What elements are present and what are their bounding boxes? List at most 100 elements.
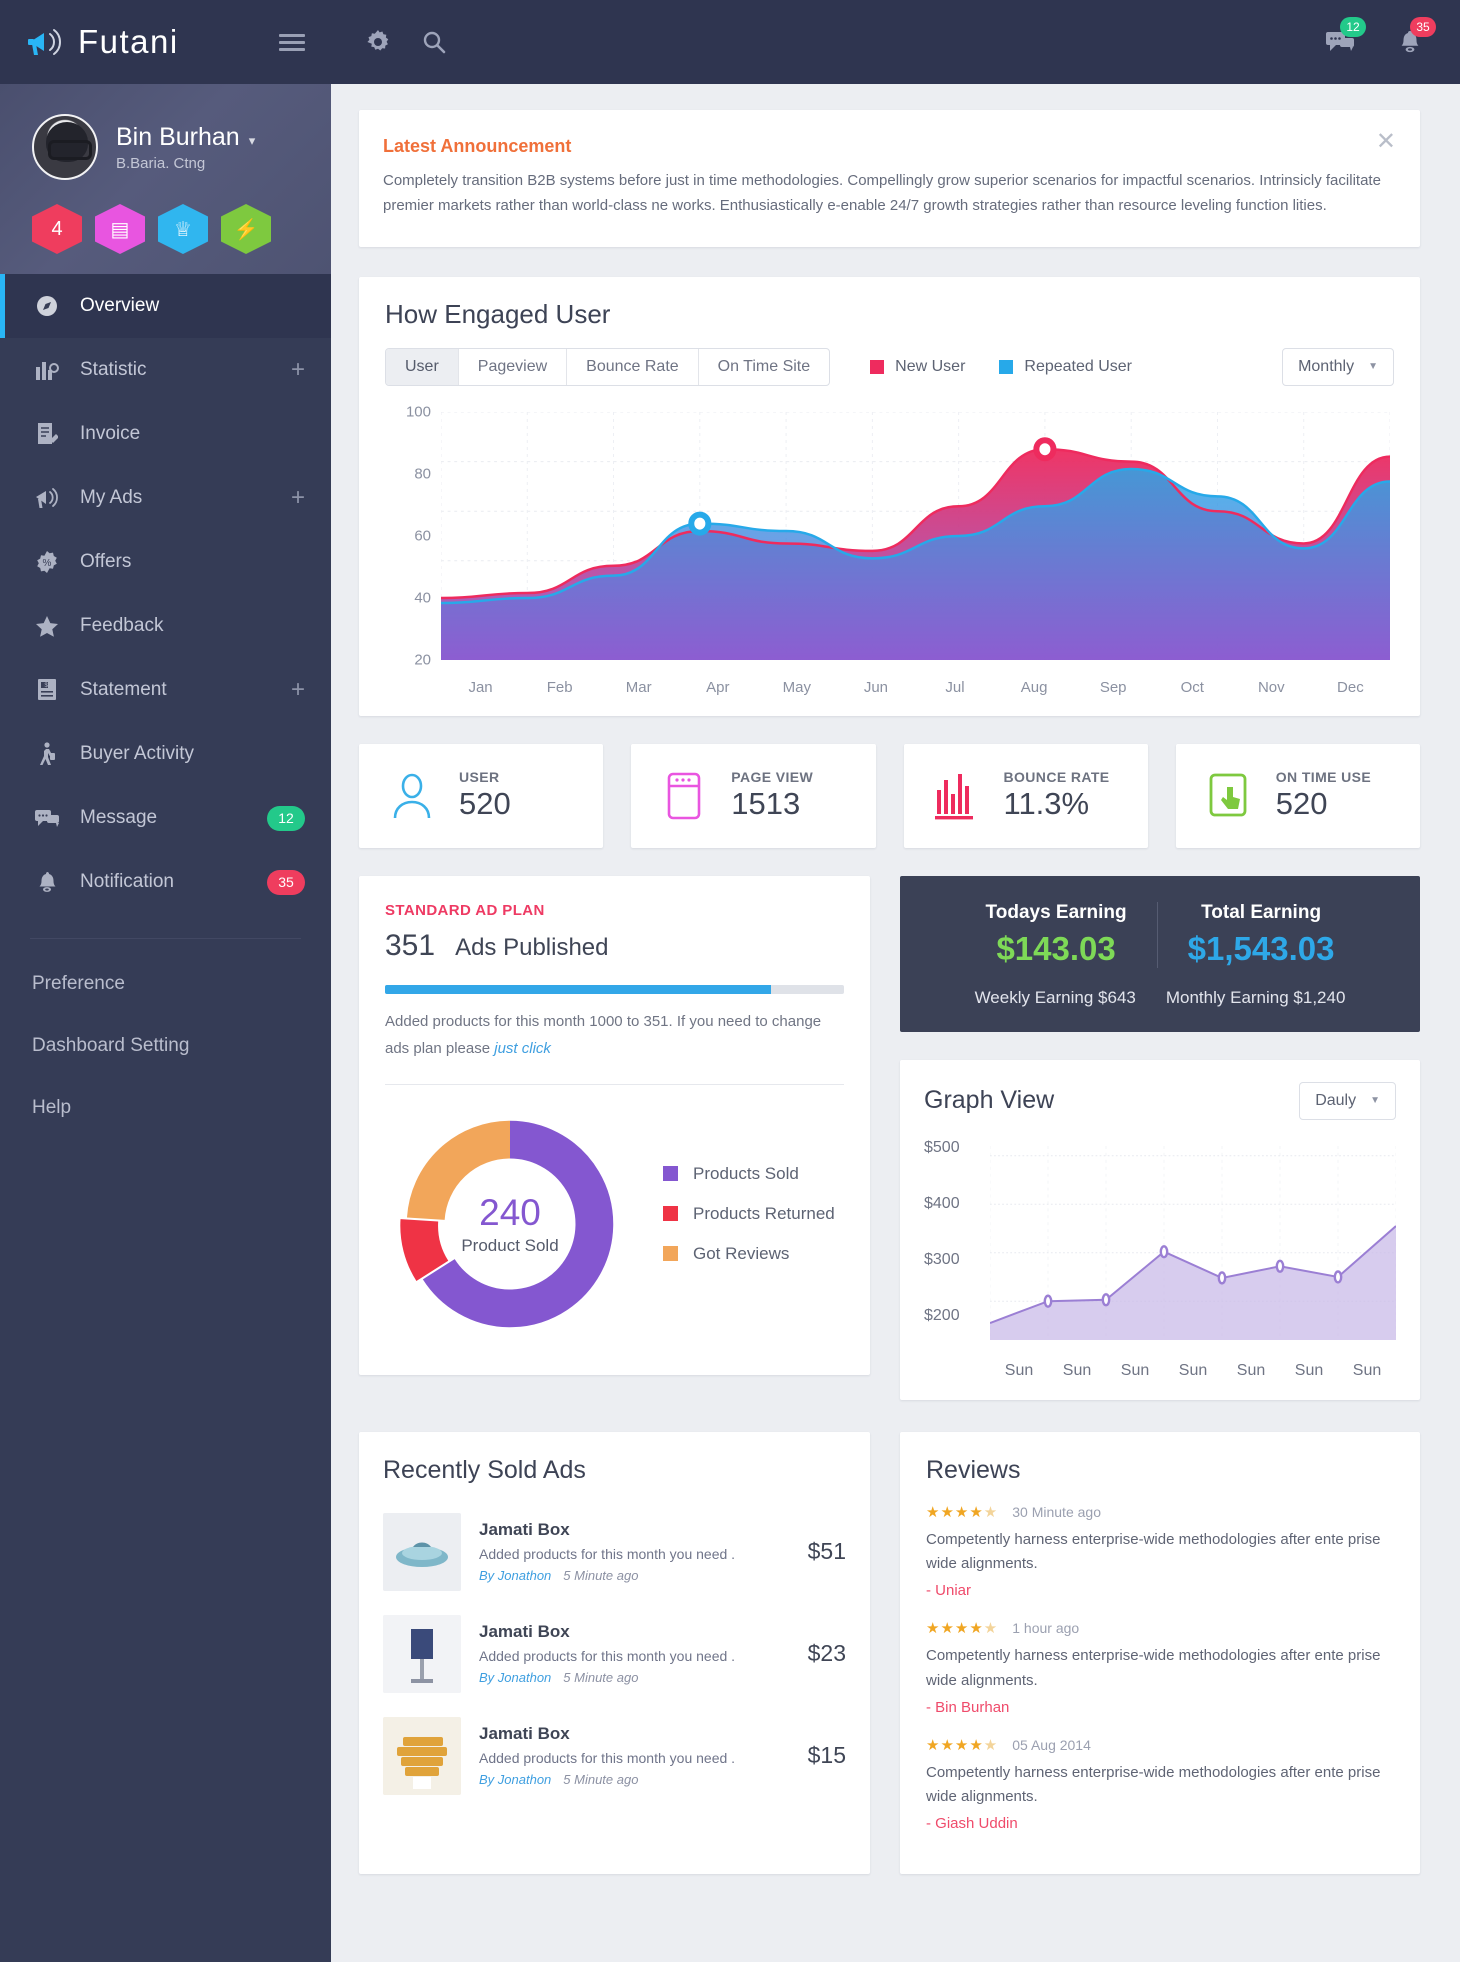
item-name: Jamati Box: [479, 1622, 570, 1641]
section-title: Graph View: [924, 1086, 1055, 1114]
ad-plan-label: Ads Published: [455, 933, 609, 961]
x-tick: Mar: [625, 678, 652, 696]
topbar-actions: 12 35: [1320, 17, 1436, 59]
stat-card-user[interactable]: USER 520: [359, 743, 604, 848]
y-tick: 100: [405, 403, 431, 420]
ad-plan-column: STANDARD AD PLAN 351 Ads Published Added…: [359, 875, 870, 1375]
stat-value: 520: [1275, 786, 1328, 821]
review-body: Competently harness enterprise-wide meth…: [926, 1763, 1381, 1806]
item-name: Jamati Box: [479, 1724, 570, 1743]
trophy-badge[interactable]: ♕: [158, 204, 208, 254]
svg-text:%: %: [43, 558, 52, 569]
tab-pageview[interactable]: Pageview: [459, 348, 568, 385]
sidebar-item-overview[interactable]: Overview: [0, 274, 331, 338]
sidebar-item-statement[interactable]: $ Statement +: [0, 658, 331, 722]
bell-icon[interactable]: 35: [1390, 17, 1436, 59]
stat-card-page-view[interactable]: PAGE VIEW 1513: [631, 743, 876, 848]
graph-x-axis: Sun Sun Sun Sun Sun Sun Sun: [990, 1362, 1396, 1380]
sidebar-item-statistic[interactable]: Statistic +: [0, 338, 331, 402]
item-author: By Jonathon: [479, 1772, 552, 1787]
sidebar-item-help[interactable]: Help: [0, 1077, 331, 1139]
expand-plus-icon[interactable]: +: [291, 486, 305, 510]
tab-bounce-rate[interactable]: Bounce Rate: [567, 348, 699, 385]
dashboard-root: Futani Bin Burhan ▾ B.Baria. Ctng 4 ▤ ♕ ⚡: [0, 0, 1460, 1962]
graph-view-card: Graph View Dauly ▼ $500 $400 $300 $200 S…: [900, 1059, 1420, 1400]
chevron-down-icon: ▾: [248, 132, 256, 148]
list-item[interactable]: Jamati Box Added products for this month…: [383, 1707, 846, 1809]
star-icon: [32, 615, 62, 638]
sidebar-item-label: Statistic: [80, 359, 147, 380]
invoice-icon: [32, 422, 62, 446]
sidebar-item-buyer-activity[interactable]: Buyer Activity: [0, 722, 331, 786]
sidebar-item-my-ads[interactable]: My Ads +: [0, 466, 331, 530]
sidebar-item-label: Notification: [80, 871, 174, 892]
x-tick: Jul: [945, 678, 965, 696]
profile-panel: Bin Burhan ▾ B.Baria. Ctng 4 ▤ ♕ ⚡: [0, 84, 331, 274]
legend-got-reviews: Got Reviews: [663, 1244, 835, 1264]
sidebar-item-message[interactable]: Message 12: [0, 786, 331, 850]
weekly-earning: Weekly Earning $643: [974, 987, 1136, 1007]
sidebar-item-notification[interactable]: Notification 35: [0, 850, 331, 914]
sidebar-item-invoice[interactable]: Invoice: [0, 402, 331, 466]
sidebar-item-preference[interactable]: Preference: [0, 953, 331, 1015]
list-item: ★★★★★ 05 Aug 2014 Competently harness en…: [926, 1736, 1394, 1833]
earning-label: Todays Earning: [985, 901, 1127, 923]
rating-stars: ★★★★★: [926, 1620, 999, 1637]
stat-caption: BOUNCE RATE: [1003, 769, 1110, 785]
tab-user[interactable]: User: [386, 348, 459, 385]
sidebar-item-label: Preference: [32, 973, 125, 994]
message-icon[interactable]: 12: [1320, 17, 1366, 59]
earnings-card: Todays Earning $143.03 Total Earning $1,…: [900, 875, 1420, 1032]
section-title: Recently Sold Ads: [383, 1455, 586, 1484]
recently-sold-card: Recently Sold Ads Jamati Box Added produ…: [359, 1431, 870, 1874]
x-tick: Nov: [1257, 678, 1285, 696]
stat-card-on-time-use[interactable]: ON TIME USE 520: [1175, 743, 1420, 848]
sidebar-item-label: Dashboard Setting: [32, 1035, 190, 1056]
megaphone-icon: [26, 25, 68, 59]
search-icon[interactable]: [417, 25, 451, 59]
y-tick: 40: [414, 589, 431, 606]
certificate-badge[interactable]: ▤: [95, 204, 145, 254]
sidebar-item-offers[interactable]: % Offers: [0, 530, 331, 594]
profile-name[interactable]: Bin Burhan ▾: [116, 123, 255, 152]
x-tick: Feb: [546, 678, 573, 696]
review-time: 05 Aug 2014: [1012, 1736, 1091, 1753]
list-item[interactable]: Jamati Box Added products for this month…: [383, 1605, 846, 1707]
stat-card-bounce-rate[interactable]: BOUNCE RATE 11.3%: [903, 743, 1148, 848]
list-item[interactable]: Jamati Box Added products for this month…: [383, 1503, 846, 1605]
tab-on-time-site[interactable]: On Time Site: [699, 349, 829, 385]
ad-plan-card: STANDARD AD PLAN 351 Ads Published Added…: [359, 875, 870, 1375]
chat-icon: [32, 808, 62, 829]
stat-caption: USER: [459, 769, 500, 785]
expand-plus-icon[interactable]: +: [291, 678, 305, 702]
sidebar-item-dashboard-setting[interactable]: Dashboard Setting: [0, 1015, 331, 1077]
profile-badges: 4 ▤ ♕ ⚡: [32, 204, 331, 254]
rank-badge[interactable]: 4: [32, 204, 82, 254]
graph-range-select[interactable]: Dauly ▼: [1299, 1081, 1396, 1120]
megaphone-icon: [32, 486, 62, 510]
engaged-range-select[interactable]: Monthly ▼: [1282, 347, 1394, 386]
ad-plan-progress: [385, 984, 844, 994]
close-icon[interactable]: ✕: [1376, 130, 1396, 154]
bar-chart-icon: [930, 772, 984, 820]
power-badge[interactable]: ⚡: [221, 204, 271, 254]
stat-value: 1513: [731, 786, 801, 821]
tap-icon: [1202, 773, 1256, 819]
hamburger-icon[interactable]: [279, 30, 305, 55]
y-tick: $200: [924, 1306, 960, 1324]
just-click-link[interactable]: just click: [494, 1040, 551, 1057]
brand-header: Futani: [0, 0, 331, 84]
graph-plot-area: [989, 1145, 1397, 1340]
gear-icon[interactable]: [361, 25, 395, 59]
review-time: 1 hour ago: [1012, 1620, 1080, 1636]
x-tick: Aug: [1020, 678, 1048, 696]
announcement-body: Completely transition B2B systems before…: [383, 172, 1381, 214]
sidebar-item-feedback[interactable]: Feedback: [0, 594, 331, 658]
earning-label: Total Earning: [1201, 901, 1322, 923]
engaged-tabs: User Pageview Bounce Rate On Time Site: [385, 347, 831, 386]
expand-plus-icon[interactable]: +: [291, 358, 305, 382]
user-icon: [385, 772, 439, 820]
product-sold-chart: 240 Product Sold Products Sold Products …: [385, 1085, 844, 1365]
legend-new-user: New User: [870, 358, 965, 376]
chevron-down-icon: ▼: [1368, 361, 1378, 372]
